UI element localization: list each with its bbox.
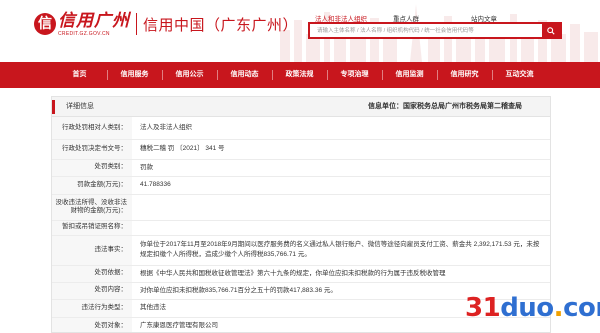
table-row: 暂扣或吊销证照名称： <box>52 220 550 236</box>
row-label: 处罚内容： <box>52 282 132 300</box>
row-label: 没收违法所得、没收非法财物的金额(万元)： <box>52 194 132 221</box>
detail-title: 详细信息 <box>66 103 94 110</box>
nav-item-credit-monitoring[interactable]: 信用监测 <box>382 62 437 88</box>
watermark-word: duo <box>500 293 554 323</box>
row-label: 处罚类别： <box>52 159 132 177</box>
row-value: 法人及非法人组织 <box>132 117 550 140</box>
table-row: 行政处罚决定书文号： 穗税二稽 罚 〔2021〕 341 号 <box>52 139 550 160</box>
row-value <box>132 220 550 236</box>
watermark-number: 31 <box>465 293 501 323</box>
table-row: 处罚依据： 根据《中华人民共和国税收征收管理法》第六十九条的规定，你单位应扣未扣… <box>52 265 550 283</box>
main-nav: 首页 信用服务 信用公示 信用动态 政策法规 专项治理 信用监测 信用研究 互动… <box>0 62 600 88</box>
source-unit: 信息单位：国家税务总局广州市税务局第二稽查局 <box>368 103 522 110</box>
nav-item-interaction[interactable]: 互动交流 <box>492 62 547 88</box>
title-marker <box>52 100 55 114</box>
row-label: 违法行为类型： <box>52 299 132 318</box>
header: 信 信用广州 CREDIT.GZ.GOV.CN 信用中国（广东广州） 法人和非法… <box>0 0 600 62</box>
detail-title-bar: 详细信息 信息单位：国家税务总局广州市税务局第二稽查局 <box>52 97 550 117</box>
watermark-tld: com <box>563 293 600 323</box>
row-label: 处罚依据： <box>52 265 132 283</box>
search-bar <box>308 22 562 39</box>
table-row: 没收违法所得、没收非法财物的金额(万元)： <box>52 194 550 221</box>
table-row: 罚款金额(万元)： 41.788336 <box>52 176 550 195</box>
nav-item-home[interactable]: 首页 <box>52 62 107 88</box>
logo-badge: 信 <box>34 13 56 35</box>
search-icon <box>547 26 555 35</box>
logo-main-text: 信用广州 <box>58 11 130 31</box>
site-logo[interactable]: 信 信用广州 CREDIT.GZ.GOV.CN 信用中国（广东广州） <box>34 11 298 37</box>
nav-item-special-governance[interactable]: 专项治理 <box>327 62 382 88</box>
nav-item-credit-service[interactable]: 信用服务 <box>107 62 162 88</box>
logo-domain-text: CREDIT.GZ.GOV.CN <box>58 31 110 37</box>
table-row: 行政处罚相对人类别： 法人及非法人组织 <box>52 117 550 140</box>
row-label: 暂扣或吊销证照名称： <box>52 220 132 236</box>
row-label: 行政处罚相对人类别： <box>52 117 132 140</box>
row-value: 罚款 <box>132 159 550 177</box>
watermark-dot: . <box>553 293 564 323</box>
row-label: 罚款金额(万元)： <box>52 176 132 195</box>
search-button[interactable] <box>542 24 560 37</box>
logo-divider <box>136 13 137 35</box>
row-label: 行政处罚决定书文号： <box>52 139 132 160</box>
row-value: 穗税二稽 罚 〔2021〕 341 号 <box>132 139 550 160</box>
row-label: 违法事实： <box>52 235 132 266</box>
search-input[interactable] <box>310 24 542 37</box>
row-value: 根据《中华人民共和国税收征收管理法》第六十九条的规定，你单位应扣未扣税款的行为属… <box>132 265 550 283</box>
nav-item-credit-disclosure[interactable]: 信用公示 <box>162 62 217 88</box>
nav-item-policies[interactable]: 政策法规 <box>272 62 327 88</box>
logo-wordmark: 信用广州 CREDIT.GZ.GOV.CN <box>58 11 130 37</box>
table-row: 处罚类别： 罚款 <box>52 159 550 177</box>
site-watermark: 31duo.com <box>465 293 600 323</box>
nav-item-credit-research[interactable]: 信用研究 <box>437 62 492 88</box>
row-value: 41.788336 <box>132 176 550 195</box>
row-value: 你单位于2017年11月至2018年9月期间以医疗服务费的名义通过私人银行账户、… <box>132 235 550 266</box>
nav-item-credit-news[interactable]: 信用动态 <box>217 62 272 88</box>
site-name: 信用中国（广东广州） <box>143 16 299 34</box>
table-row: 违法事实： 你单位于2017年11月至2018年9月期间以医疗服务费的名义通过私… <box>52 235 550 266</box>
row-label: 处罚对象： <box>52 317 132 332</box>
row-value <box>132 194 550 221</box>
